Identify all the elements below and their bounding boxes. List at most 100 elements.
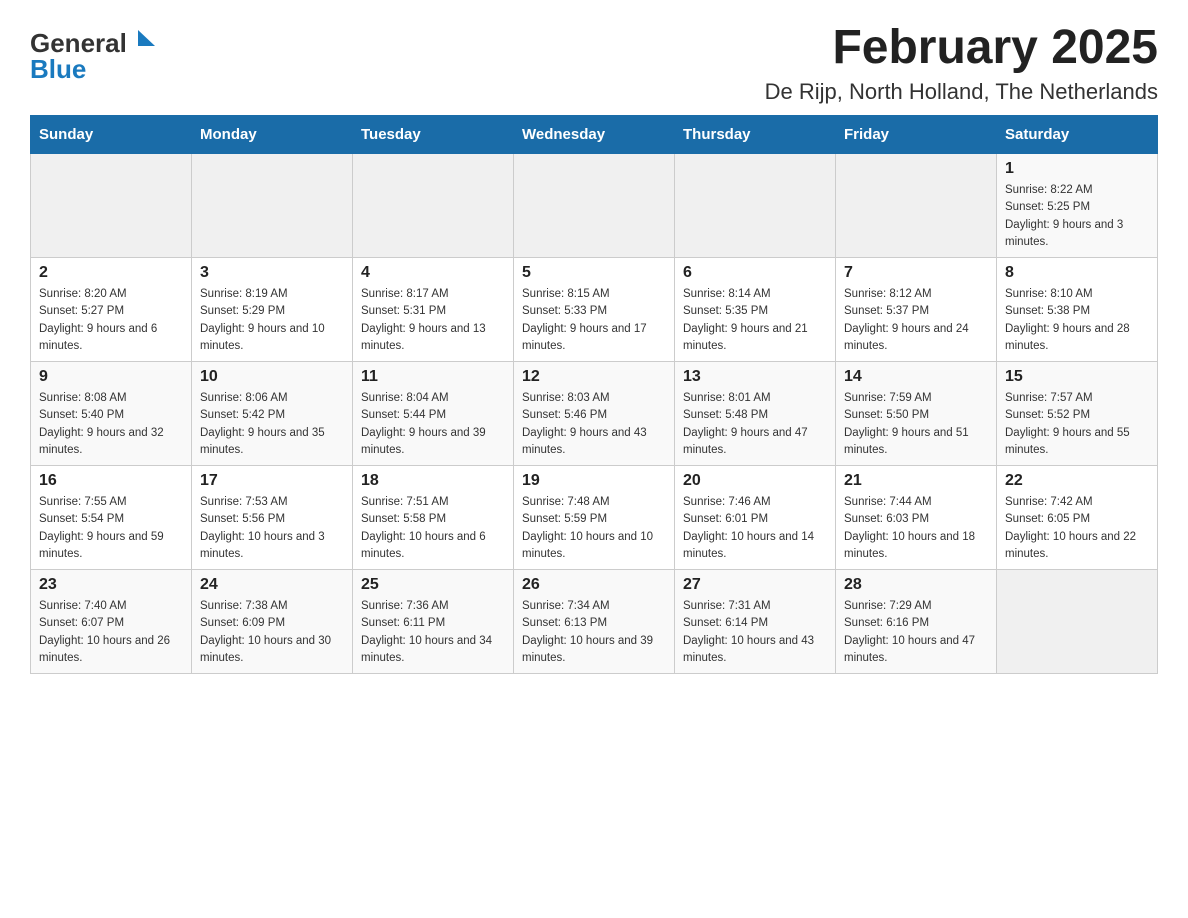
day-number: 22 (1005, 472, 1149, 490)
day-number: 13 (683, 368, 827, 386)
day-of-week-header: Friday (836, 116, 997, 154)
day-of-week-header: Thursday (675, 116, 836, 154)
day-number: 6 (683, 264, 827, 282)
calendar-week-row: 1Sunrise: 8:22 AMSunset: 5:25 PMDaylight… (31, 154, 1158, 258)
day-of-week-header: Monday (192, 116, 353, 154)
day-info: Sunrise: 8:08 AMSunset: 5:40 PMDaylight:… (39, 390, 183, 459)
calendar-header: SundayMondayTuesdayWednesdayThursdayFrid… (31, 116, 1158, 154)
calendar-cell: 25Sunrise: 7:36 AMSunset: 6:11 PMDayligh… (353, 570, 514, 674)
day-number: 7 (844, 264, 988, 282)
calendar-cell: 27 Sunrise: 7:31 AMSunset: 6:14 PMDayligh… (675, 570, 836, 674)
day-number: 4 (361, 264, 505, 282)
day-number: 2 (39, 264, 183, 282)
calendar-cell: 1Sunrise: 8:22 AMSunset: 5:25 PMDaylight… (997, 154, 1158, 258)
calendar-cell (836, 154, 997, 258)
day-info: Sunrise: 8:20 AMSunset: 5:27 PMDaylight:… (39, 286, 183, 355)
page-header: General Blue February 2025 De Rijp, Nort… (30, 20, 1158, 105)
calendar-cell: 22 Sunrise: 7:42 AMSunset: 6:05 PMDayligh… (997, 466, 1158, 570)
day-of-week-header: Saturday (997, 116, 1158, 154)
day-info: Sunrise: 8:17 AMSunset: 5:31 PMDaylight:… (361, 286, 505, 355)
days-of-week-row: SundayMondayTuesdayWednesdayThursdayFrid… (31, 116, 1158, 154)
day-number: 28 (844, 576, 988, 594)
calendar-cell (675, 154, 836, 258)
calendar-cell: 9 Sunrise: 8:08 AMSunset: 5:40 PMDaylight… (31, 362, 192, 466)
calendar-cell: 15 Sunrise: 7:57 AMSunset: 5:52 PMDayligh… (997, 362, 1158, 466)
day-number: 23 (39, 576, 183, 594)
calendar-cell: 6 Sunrise: 8:14 AMSunset: 5:35 PMDaylight… (675, 258, 836, 362)
calendar-cell: 13 Sunrise: 8:01 AMSunset: 5:48 PMDayligh… (675, 362, 836, 466)
day-number: 21 (844, 472, 988, 490)
day-info: Sunrise: 7:55 AMSunset: 5:54 PMDaylight:… (39, 494, 183, 563)
calendar-cell (353, 154, 514, 258)
day-of-week-header: Tuesday (353, 116, 514, 154)
day-info: Sunrise: 7:29 AMSunset: 6:16 PMDaylight:… (844, 598, 988, 667)
day-number: 27 (683, 576, 827, 594)
calendar-week-row: 23 Sunrise: 7:40 AMSunset: 6:07 PMDayligh… (31, 570, 1158, 674)
day-number: 16 (39, 472, 183, 490)
calendar-week-row: 16 Sunrise: 7:55 AMSunset: 5:54 PMDayligh… (31, 466, 1158, 570)
day-info: Sunrise: 7:38 AMSunset: 6:09 PMDaylight:… (200, 598, 344, 667)
day-number: 19 (522, 472, 666, 490)
calendar-cell: 17Sunrise: 7:53 AMSunset: 5:56 PMDayligh… (192, 466, 353, 570)
calendar-cell: 12Sunrise: 8:03 AMSunset: 5:46 PMDayligh… (514, 362, 675, 466)
day-number: 14 (844, 368, 988, 386)
calendar-week-row: 9 Sunrise: 8:08 AMSunset: 5:40 PMDaylight… (31, 362, 1158, 466)
day-info: Sunrise: 7:40 AMSunset: 6:07 PMDaylight:… (39, 598, 183, 667)
day-of-week-header: Wednesday (514, 116, 675, 154)
calendar-cell: 4 Sunrise: 8:17 AMSunset: 5:31 PMDaylight… (353, 258, 514, 362)
day-info: Sunrise: 7:46 AMSunset: 6:01 PMDaylight:… (683, 494, 827, 563)
day-info: Sunrise: 8:10 AMSunset: 5:38 PMDaylight:… (1005, 286, 1149, 355)
calendar-cell: 8 Sunrise: 8:10 AMSunset: 5:38 PMDaylight… (997, 258, 1158, 362)
day-number: 26 (522, 576, 666, 594)
calendar-cell: 10Sunrise: 8:06 AMSunset: 5:42 PMDayligh… (192, 362, 353, 466)
calendar-cell (31, 154, 192, 258)
day-number: 9 (39, 368, 183, 386)
page-subtitle: De Rijp, North Holland, The Netherlands (765, 79, 1158, 105)
calendar-cell: 24 Sunrise: 7:38 AMSunset: 6:09 PMDayligh… (192, 570, 353, 674)
day-info: Sunrise: 7:31 AMSunset: 6:14 PMDaylight:… (683, 598, 827, 667)
day-info: Sunrise: 8:19 AMSunset: 5:29 PMDaylight:… (200, 286, 344, 355)
day-number: 18 (361, 472, 505, 490)
day-info: Sunrise: 7:57 AMSunset: 5:52 PMDaylight:… (1005, 390, 1149, 459)
page-title: February 2025 (765, 20, 1158, 75)
day-number: 5 (522, 264, 666, 282)
title-block: February 2025 De Rijp, North Holland, Th… (765, 20, 1158, 105)
day-number: 3 (200, 264, 344, 282)
calendar-cell: 5Sunrise: 8:15 AMSunset: 5:33 PMDaylight… (514, 258, 675, 362)
day-info: Sunrise: 7:51 AMSunset: 5:58 PMDaylight:… (361, 494, 505, 563)
logo-svg: General Blue (30, 20, 160, 85)
day-number: 8 (1005, 264, 1149, 282)
calendar-cell: 11 Sunrise: 8:04 AMSunset: 5:44 PMDayligh… (353, 362, 514, 466)
calendar-body: 1Sunrise: 8:22 AMSunset: 5:25 PMDaylight… (31, 154, 1158, 674)
day-number: 12 (522, 368, 666, 386)
calendar-cell: 2 Sunrise: 8:20 AMSunset: 5:27 PMDaylight… (31, 258, 192, 362)
logo: General Blue (30, 20, 160, 85)
calendar-cell: 16 Sunrise: 7:55 AMSunset: 5:54 PMDayligh… (31, 466, 192, 570)
calendar-cell (192, 154, 353, 258)
svg-text:Blue: Blue (30, 54, 86, 84)
day-info: Sunrise: 7:42 AMSunset: 6:05 PMDaylight:… (1005, 494, 1149, 563)
calendar-cell: 18 Sunrise: 7:51 AMSunset: 5:58 PMDayligh… (353, 466, 514, 570)
calendar-cell: 3 Sunrise: 8:19 AMSunset: 5:29 PMDaylight… (192, 258, 353, 362)
calendar-cell: 7 Sunrise: 8:12 AMSunset: 5:37 PMDaylight… (836, 258, 997, 362)
day-number: 11 (361, 368, 505, 386)
calendar-cell (514, 154, 675, 258)
calendar-table: SundayMondayTuesdayWednesdayThursdayFrid… (30, 115, 1158, 674)
calendar-cell: 14Sunrise: 7:59 AMSunset: 5:50 PMDayligh… (836, 362, 997, 466)
calendar-week-row: 2 Sunrise: 8:20 AMSunset: 5:27 PMDaylight… (31, 258, 1158, 362)
day-info: Sunrise: 8:14 AMSunset: 5:35 PMDaylight:… (683, 286, 827, 355)
day-info: Sunrise: 7:34 AMSunset: 6:13 PMDaylight:… (522, 598, 666, 667)
day-number: 25 (361, 576, 505, 594)
day-number: 10 (200, 368, 344, 386)
day-number: 1 (1005, 160, 1149, 178)
day-number: 24 (200, 576, 344, 594)
calendar-cell: 26 Sunrise: 7:34 AMSunset: 6:13 PMDayligh… (514, 570, 675, 674)
day-info: Sunrise: 8:04 AMSunset: 5:44 PMDaylight:… (361, 390, 505, 459)
day-number: 17 (200, 472, 344, 490)
day-info: Sunrise: 7:44 AMSunset: 6:03 PMDaylight:… (844, 494, 988, 563)
calendar-cell (997, 570, 1158, 674)
calendar-cell: 19Sunrise: 7:48 AMSunset: 5:59 PMDayligh… (514, 466, 675, 570)
day-info: Sunrise: 8:12 AMSunset: 5:37 PMDaylight:… (844, 286, 988, 355)
day-info: Sunrise: 8:01 AMSunset: 5:48 PMDaylight:… (683, 390, 827, 459)
day-number: 15 (1005, 368, 1149, 386)
